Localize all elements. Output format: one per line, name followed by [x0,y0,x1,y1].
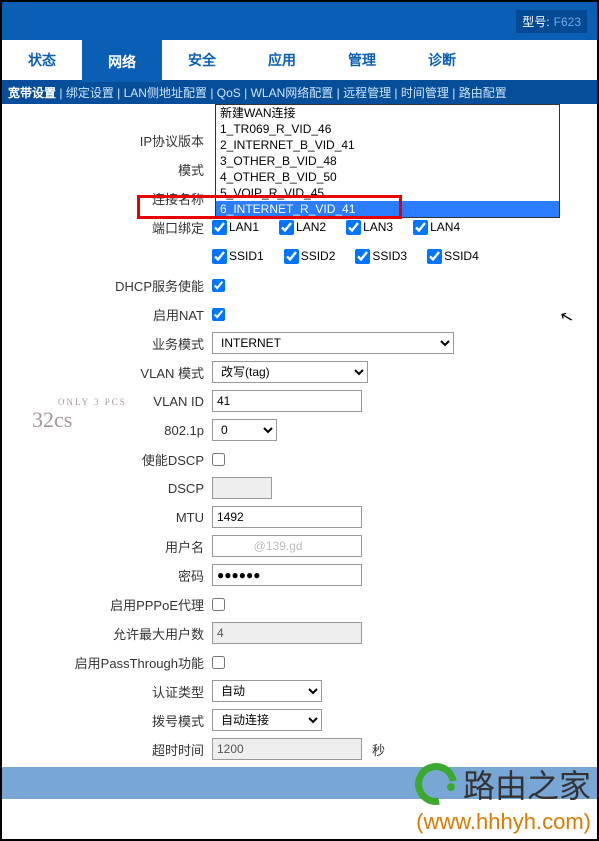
chk-lan1: LAN1 [212,220,259,235]
logo-c-icon [407,755,465,813]
router-admin-page: 型号:F623 状态 网络 安全 应用 管理 诊断 宽带设置 | 绑定设置 | … [0,0,599,841]
tab-security[interactable]: 安全 [162,50,242,70]
input-dscp [212,477,272,499]
label-pass: 密码 [2,566,212,585]
label-mtu: MTU [2,510,212,525]
subnav-remote[interactable]: 远程管理 [343,86,391,100]
label-seconds: 秒 [372,740,385,759]
tab-manage[interactable]: 管理 [322,50,402,70]
label-mode: 模式 [2,160,212,179]
input-password[interactable] [212,564,362,586]
label-pppoe-proxy: 启用PPPoE代理 [2,595,212,614]
chk-ssid2: SSID2 [284,249,336,264]
site-branding: 路由之家 (www.hhhyh.com) [415,761,591,835]
chk-passthrough[interactable] [212,656,225,669]
dropdown-opt-5[interactable]: 5_VOIP_R_VID_45 [216,185,559,201]
input-username[interactable] [212,535,362,557]
chk-ssid3: SSID3 [355,249,407,264]
label-vlan-id: VLAN ID [2,394,212,409]
subnav-lan[interactable]: LAN侧地址配置 [124,86,207,100]
model-badge: 型号:F623 [516,10,587,33]
chk-ssid4: SSID4 [427,249,479,264]
select-dial-mode[interactable]: 自动连接 [212,709,322,731]
dropdown-opt-new[interactable]: 新建WAN连接 [216,105,559,121]
chk-dhcp[interactable] [212,279,225,292]
subnav-route[interactable]: 路由配置 [459,86,507,100]
chk-pppoe-proxy[interactable] [212,598,225,611]
label-max-users: 允许最大用户数 [2,624,212,643]
subnav-binding[interactable]: 绑定设置 [66,86,114,100]
label-svc-mode: 业务模式 [2,334,212,353]
label-dial-mode: 拨号模式 [2,711,212,730]
brand-url: (www.hhhyh.com) [415,809,591,835]
subnav-time[interactable]: 时间管理 [401,86,449,100]
chk-lan3: LAN3 [346,220,393,235]
input-vlan-id[interactable] [212,390,362,412]
chk-ssid1: SSID1 [212,249,264,264]
label-vlan-mode: VLAN 模式 [2,363,212,382]
input-max-users [212,622,362,644]
form-area: 新建WAN连接 1_TR069_R_VID_46 2_INTERNET_B_VI… [2,104,597,763]
subnav-qos[interactable]: QoS [217,86,241,100]
label-ip-version: IP协议版本 [2,131,212,150]
label-8021p: 802.1p [2,423,212,438]
label-dscp-en: 使能DSCP [2,450,212,469]
label-port-bind: 端口绑定 [2,218,212,237]
label-dscp: DSCP [2,481,212,496]
connection-dropdown-open[interactable]: 新建WAN连接 1_TR069_R_VID_46 2_INTERNET_B_VI… [215,104,560,218]
label-conn-name: 连接名称 [2,189,212,208]
chk-lan4: LAN4 [413,220,460,235]
top-header: 型号:F623 [2,2,597,40]
label-timeout: 超时时间 [2,740,212,759]
tab-network[interactable]: 网络 [82,34,162,82]
dropdown-opt-3[interactable]: 3_OTHER_B_VID_48 [216,153,559,169]
dropdown-opt-6-selected[interactable]: 6_INTERNET_R_VID_41 [216,201,559,217]
chk-nat[interactable] [212,308,225,321]
tab-app[interactable]: 应用 [242,50,322,70]
sub-nav: 宽带设置 | 绑定设置 | LAN侧地址配置 | QoS | WLAN网络配置 … [2,80,597,104]
subnav-wlan[interactable]: WLAN网络配置 [251,86,334,100]
brand-text: 路由之家 [463,761,591,807]
dropdown-opt-2[interactable]: 2_INTERNET_B_VID_41 [216,137,559,153]
dropdown-opt-1[interactable]: 1_TR069_R_VID_46 [216,121,559,137]
chk-dscp-en[interactable] [212,453,225,466]
label-user: 用户名 [2,537,212,556]
label-nat: 启用NAT [2,305,212,324]
label-passthrough: 启用PassThrough功能 [2,653,212,672]
tab-status[interactable]: 状态 [2,50,82,70]
label-auth-type: 认证类型 [2,682,212,701]
select-8021p[interactable]: 0 [212,419,277,441]
label-dhcp: DHCP服务使能 [2,276,212,295]
select-auth-type[interactable]: 自动 [212,680,322,702]
main-tabs: 状态 网络 安全 应用 管理 诊断 [2,40,597,80]
select-svc-mode[interactable]: INTERNET [212,332,454,354]
dropdown-opt-4[interactable]: 4_OTHER_B_VID_50 [216,169,559,185]
input-mtu[interactable] [212,506,362,528]
select-vlan-mode[interactable]: 改写(tag) [212,361,368,383]
chk-lan2: LAN2 [279,220,326,235]
tab-diag[interactable]: 诊断 [402,50,482,70]
input-timeout [212,738,362,760]
subnav-broadband[interactable]: 宽带设置 [8,86,56,100]
